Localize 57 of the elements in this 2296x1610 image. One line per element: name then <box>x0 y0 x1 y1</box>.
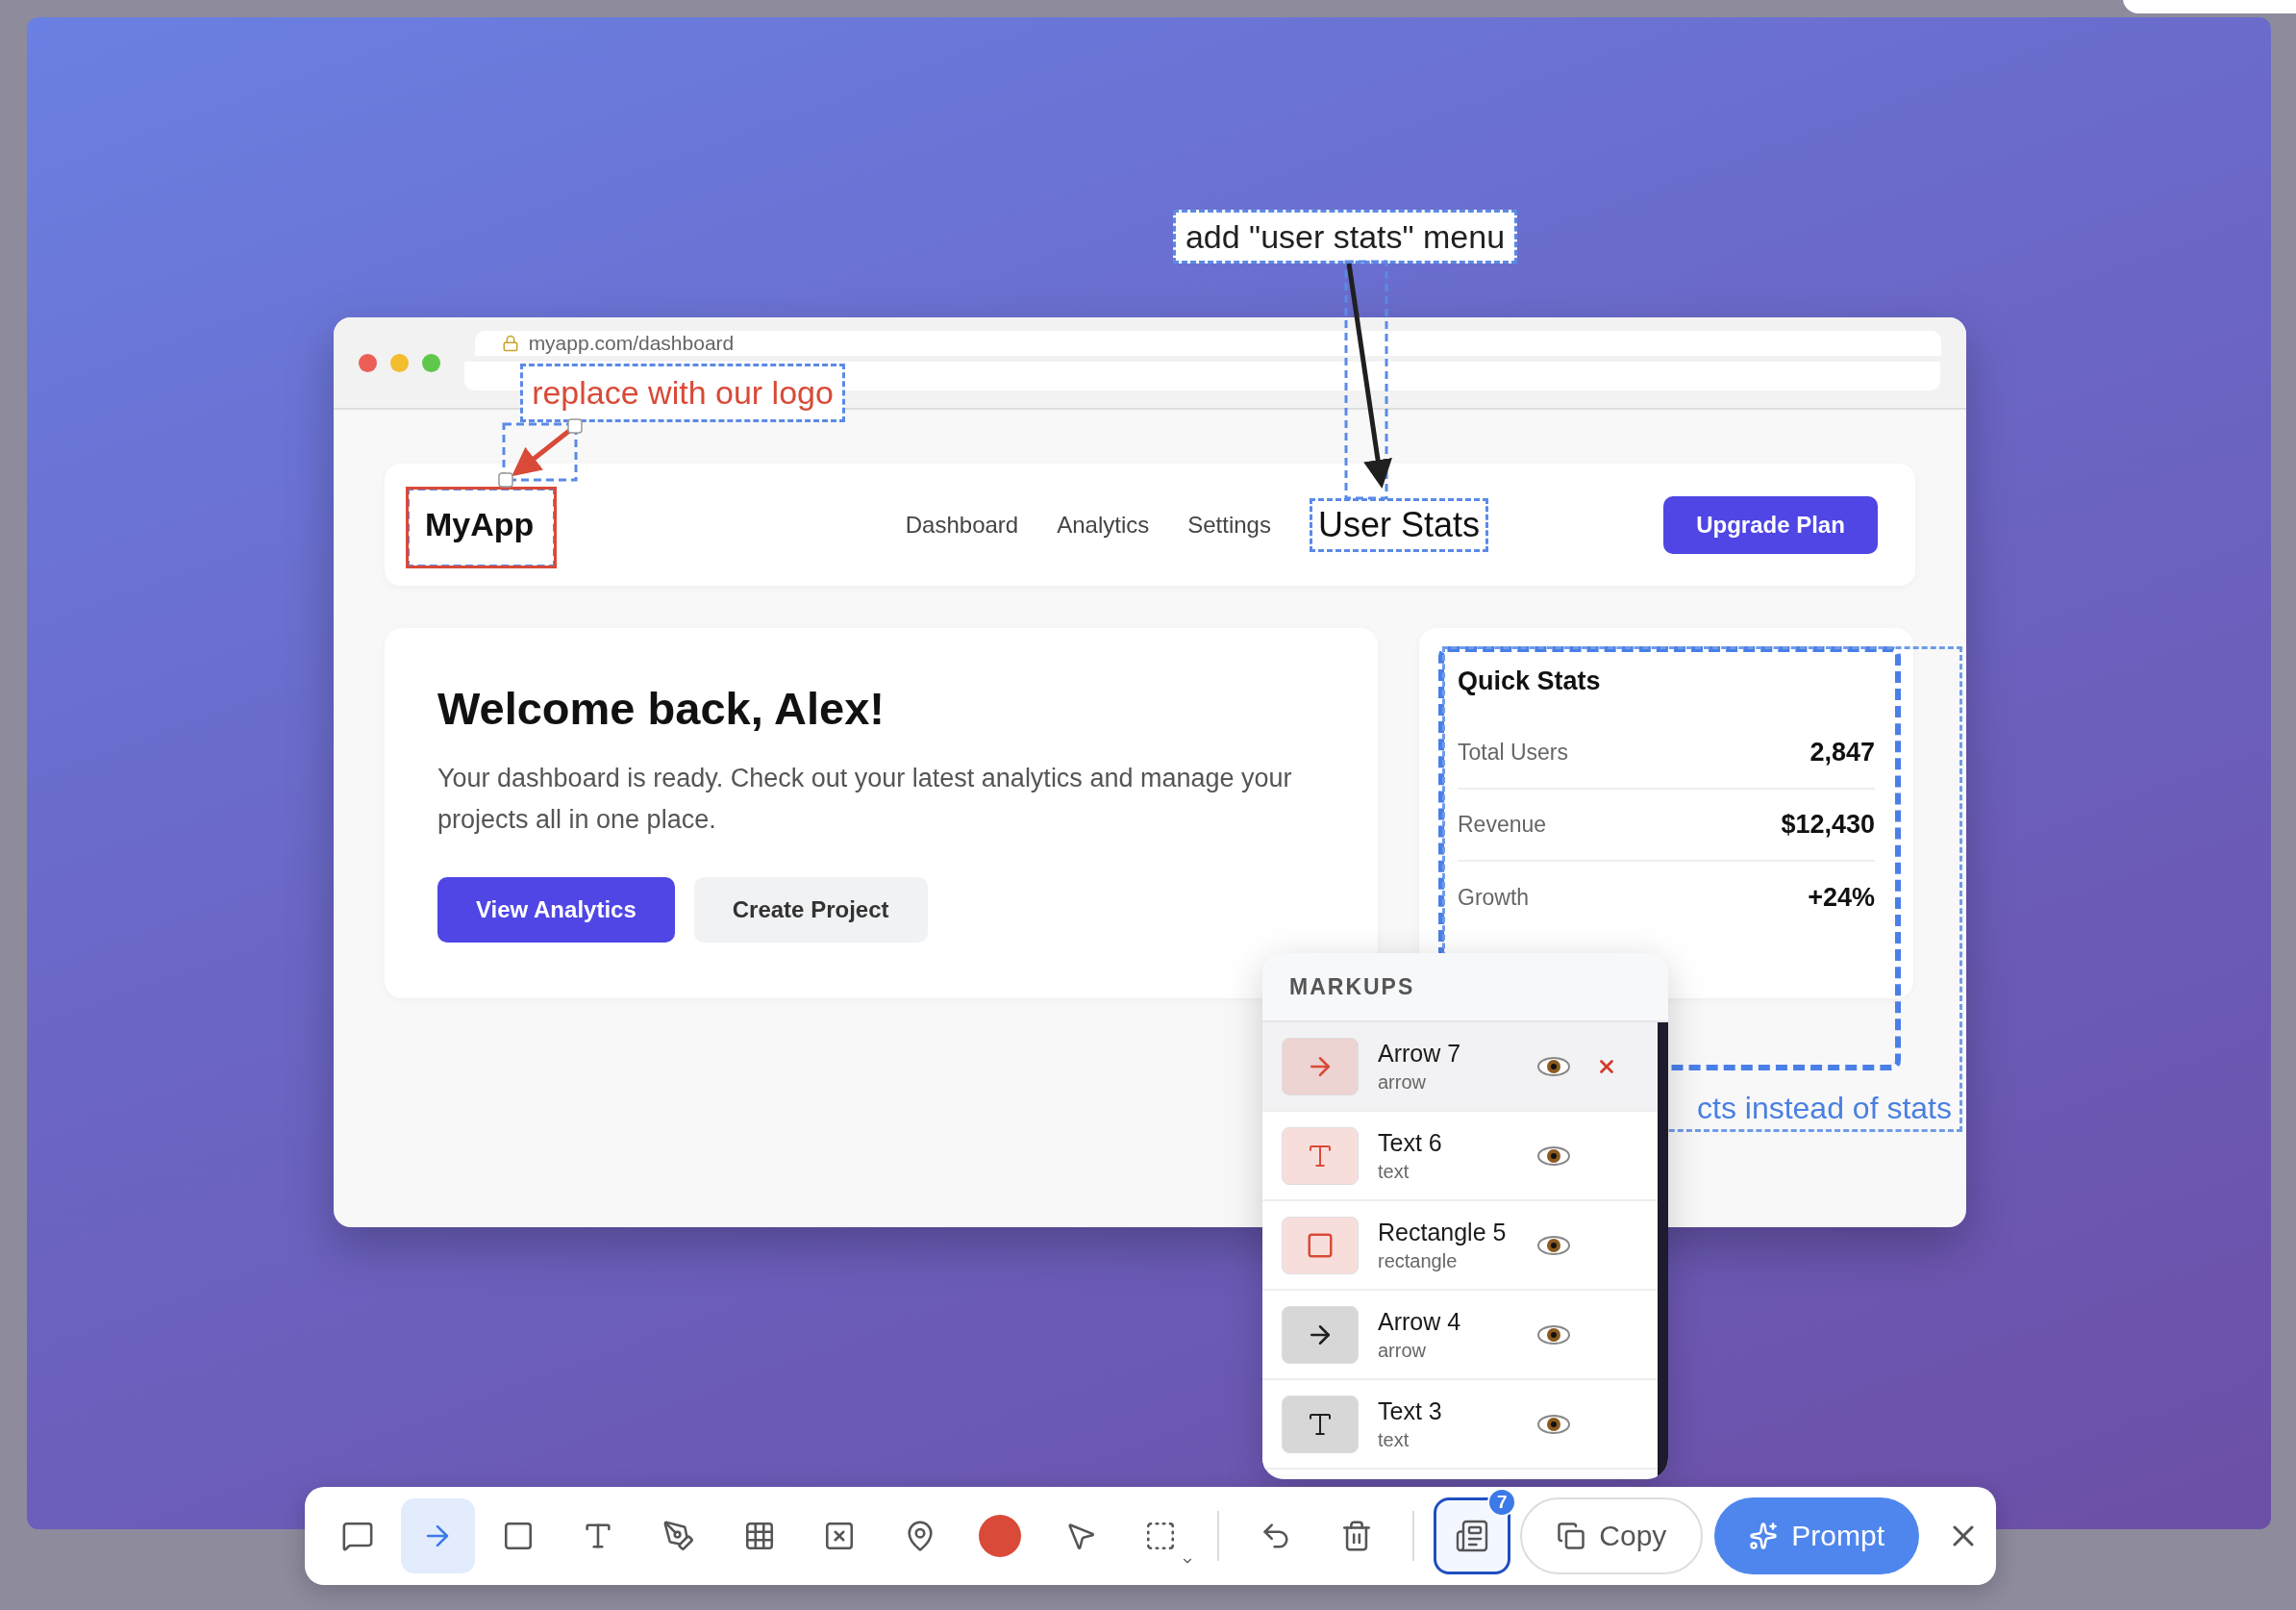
markup-name: Arrow 7 <box>1378 1039 1462 1068</box>
text-markup[interactable]: User Stats <box>1309 497 1488 552</box>
eye-icon[interactable] <box>1536 1144 1571 1168</box>
stat-label: Revenue <box>1458 812 1547 838</box>
markup-type: arrow <box>1378 1070 1427 1094</box>
copy-icon <box>1557 1522 1586 1550</box>
eye-icon[interactable] <box>1536 1233 1571 1257</box>
welcome-text: Your dashboard is ready. Check out your latest analytics and manage your projects all in one place. <box>437 763 1293 836</box>
stats-title: Quick Stats <box>1458 667 1602 696</box>
speech-bubble-icon <box>340 1520 374 1552</box>
markup-name: Arrow 4 <box>1378 1307 1462 1336</box>
markup-item[interactable]: Arrow 4 arrow <box>1262 1291 1658 1380</box>
markup-name: Text 3 <box>1378 1396 1443 1425</box>
primary-button[interactable]: View Analytics <box>437 877 675 943</box>
markup-item[interactable]: Text 3 text <box>1262 1380 1658 1470</box>
minimize-dot[interactable] <box>389 353 409 372</box>
close-dot[interactable] <box>359 353 377 372</box>
markup-type: rectangle <box>1378 1249 1459 1272</box>
stat-label: Growth <box>1458 885 1530 911</box>
maximize-dot[interactable] <box>421 353 440 372</box>
eye-icon[interactable] <box>1536 1322 1571 1346</box>
address-bar[interactable]: myapp.com/dashboard <box>474 331 1941 356</box>
welcome-title: Welcome back, Alex! <box>437 682 886 735</box>
stat-value: +24% <box>1808 883 1875 913</box>
copy-button[interactable]: Copy <box>1520 1497 1704 1574</box>
upgrade-button[interactable]: Upgrade Plan <box>1663 495 1878 554</box>
nav-link[interactable]: Analytics <box>1057 511 1150 539</box>
arrow-markup[interactable] <box>1344 260 1392 500</box>
markup-item[interactable]: Rectangle 5 rectangle <box>1262 1201 1658 1291</box>
text-markup[interactable]: add "user stats" menu <box>1173 210 1517 264</box>
markup-type: text <box>1378 1160 1410 1183</box>
markups-button[interactable] <box>1434 1497 1511 1574</box>
nav-link[interactable]: Settings <box>1187 511 1271 539</box>
markup-item[interactable]: Text 6 text <box>1262 1112 1658 1201</box>
markup-name: Rectangle 5 <box>1378 1218 1508 1246</box>
stat-value: $12,430 <box>1781 810 1875 840</box>
sparkle-icon <box>1749 1522 1779 1550</box>
eye-icon[interactable] <box>1536 1054 1571 1078</box>
count-badge: 7 <box>1487 1488 1517 1517</box>
eye-icon[interactable] <box>1536 1412 1571 1436</box>
nav-link[interactable]: Dashboard <box>905 511 1019 539</box>
markup-type: arrow <box>1378 1339 1427 1362</box>
panel-title: MARKUPS <box>1262 953 1668 1022</box>
text-markup[interactable]: replace with our logo <box>520 364 845 422</box>
prompt-button[interactable]: Prompt <box>1714 1497 1920 1574</box>
url-text: myapp.com/dashboard <box>528 332 735 355</box>
pen-icon <box>662 1520 696 1552</box>
lock-icon <box>501 335 519 352</box>
stat-label: Total Users <box>1458 740 1569 766</box>
logo: MyApp <box>425 506 535 543</box>
secondary-button[interactable]: Create Project <box>693 877 928 943</box>
stat-value: 2,847 <box>1809 738 1875 767</box>
markup-type: text <box>1378 1428 1410 1451</box>
rectangle-markup[interactable] <box>406 487 557 568</box>
document-icon <box>1455 1519 1490 1553</box>
markup-item[interactable]: Arrow 7 arrow <box>1262 1022 1658 1112</box>
markup-name: Text 6 <box>1378 1128 1443 1157</box>
